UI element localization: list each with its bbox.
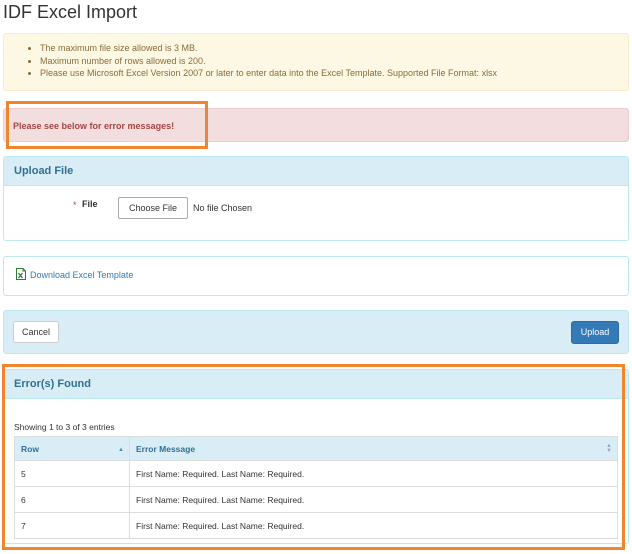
error-message-cell: First Name: Required. Last Name: Require… xyxy=(129,460,618,487)
info-item-format: Please use Microsoft Excel Version 2007 … xyxy=(40,67,628,80)
upload-button[interactable]: Upload xyxy=(571,321,619,344)
info-list: The maximum file size allowed is 3 MB. M… xyxy=(4,34,628,80)
error-message-cell: First Name: Required. Last Name: Require… xyxy=(129,512,618,539)
download-template-link[interactable]: Download Excel Template xyxy=(30,270,133,280)
entries-info: Showing 1 to 3 of 3 entries xyxy=(14,422,115,432)
cancel-button[interactable]: Cancel xyxy=(13,321,59,343)
sort-both-icon: ▲ ▼ xyxy=(606,443,612,454)
column-header-row[interactable]: Row ▲ xyxy=(14,436,130,461)
excel-file-icon xyxy=(16,268,26,280)
row-number-cell: 6 xyxy=(14,486,130,513)
errors-table: Row ▲ Error Message ▲ ▼ 5 First Name: Req… xyxy=(14,436,618,539)
column-header-error-message[interactable]: Error Message ▲ ▼ xyxy=(129,436,618,461)
error-message-cell: First Name: Required. Last Name: Require… xyxy=(129,486,618,513)
errors-panel-heading: Error(s) Found xyxy=(4,370,628,399)
choose-file-button[interactable]: Choose File xyxy=(118,197,188,219)
action-bar: Cancel Upload xyxy=(3,310,629,354)
row-number-cell: 7 xyxy=(14,512,130,539)
row-number-cell: 5 xyxy=(14,460,130,487)
required-asterisk: * xyxy=(73,200,77,210)
table-row: 6 First Name: Required. Last Name: Requi… xyxy=(14,486,618,513)
download-template-panel: Download Excel Template xyxy=(3,256,629,296)
table-row: 7 First Name: Required. Last Name: Requi… xyxy=(14,512,618,539)
upload-panel-heading: Upload File xyxy=(4,157,628,186)
column-header-error-message-label: Error Message xyxy=(136,443,196,454)
error-alert: Please see below for error messages! xyxy=(3,108,629,142)
table-header-row: Row ▲ Error Message ▲ ▼ xyxy=(14,436,618,461)
file-label: File xyxy=(82,199,98,209)
error-alert-text: Please see below for error messages! xyxy=(13,121,175,131)
errors-panel: Error(s) Found Showing 1 to 3 of 3 entri… xyxy=(3,369,629,544)
info-item-max-rows: Maximum number of rows allowed is 200. xyxy=(40,55,628,68)
info-box: The maximum file size allowed is 3 MB. M… xyxy=(3,33,629,91)
page-title: IDF Excel Import xyxy=(3,2,138,22)
table-row: 5 First Name: Required. Last Name: Requi… xyxy=(14,460,618,487)
upload-file-panel: Upload File * File Choose File No file C… xyxy=(3,156,629,241)
no-file-chosen-text: No file Chosen xyxy=(193,203,253,213)
column-header-row-label: Row xyxy=(21,443,39,454)
sort-ascending-icon: ▲ xyxy=(118,447,124,453)
info-item-file-size: The maximum file size allowed is 3 MB. xyxy=(40,42,628,55)
